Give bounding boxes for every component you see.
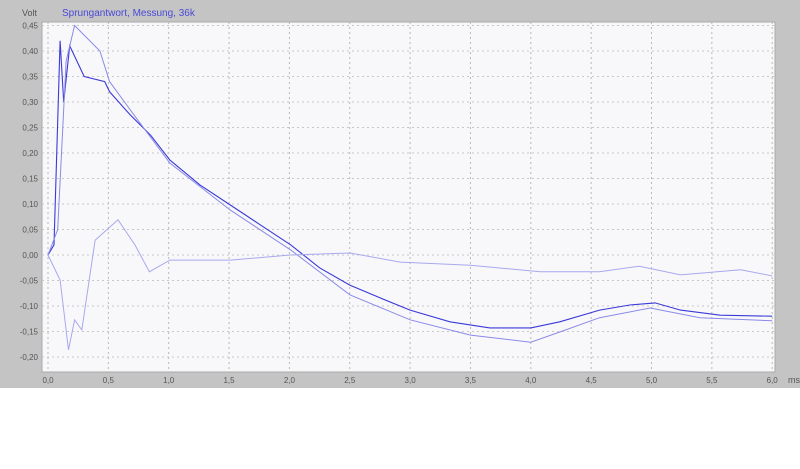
y-tick-label: -0,10 — [20, 302, 39, 311]
y-tick-label: -0,20 — [20, 353, 39, 362]
y-tick-label: 0,05 — [22, 226, 38, 235]
x-tick-label: 2,5 — [344, 376, 356, 385]
x-tick-label: 5,0 — [646, 376, 658, 385]
x-tick-label: 3,0 — [405, 376, 417, 385]
y-tick-label: -0,05 — [20, 277, 39, 286]
y-tick-label: 0,20 — [22, 149, 38, 158]
x-tick-label: 6,0 — [767, 376, 779, 385]
x-tick-label: 1,5 — [223, 376, 235, 385]
y-tick-label: 0,00 — [22, 251, 38, 260]
x-tick-label: 0,5 — [103, 376, 115, 385]
x-tick-label: 4,5 — [586, 376, 598, 385]
y-tick-label: 0,30 — [22, 98, 38, 107]
line-chart: 0,0 0,5 1,0 1,5 2,0 2,5 3,0 3,5 4,0 4,5 5,0 5,5 6,0 0… — [20, 21, 779, 385]
y-tick-label: 0,45 — [22, 22, 38, 31]
x-tick-label: 4,0 — [525, 376, 537, 385]
x-tick-label: 0,0 — [42, 376, 54, 385]
x-tick-label: 1,0 — [163, 376, 175, 385]
y-tick-label: 0,40 — [22, 47, 38, 56]
y-tick-label: 0,35 — [22, 73, 38, 82]
x-tick-label: 3,5 — [465, 376, 477, 385]
x-tick-label: 2,0 — [284, 376, 296, 385]
y-tick-label: 0,15 — [22, 175, 38, 184]
y-tick-label: 0,25 — [22, 124, 38, 133]
x-tick-label: 5,5 — [706, 376, 718, 385]
y-tick-label: -0,15 — [20, 328, 39, 337]
y-tick-label: 0,10 — [22, 200, 38, 209]
